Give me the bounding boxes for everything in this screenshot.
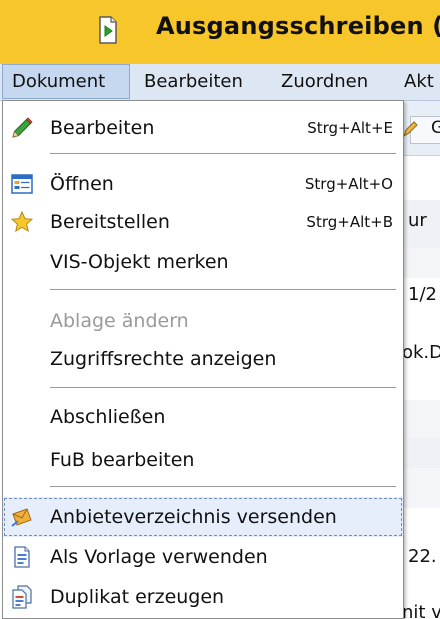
menu-item-label: Anbieteverzeichnis versenden — [50, 506, 337, 528]
background-row: 22. — [402, 540, 440, 577]
menu-item-label: Öffnen — [50, 173, 114, 195]
menu-item-label: VIS-Objekt merken — [50, 251, 229, 273]
menu-item-als-vorlage-verwenden[interactable]: Als Vorlage verwenden — [3, 537, 403, 577]
background-column-header: ur — [402, 200, 440, 249]
star-icon — [10, 210, 34, 233]
menu-item-label: Bereitstellen — [50, 211, 170, 233]
menu-item-shortcut: Strg+Alt+E — [307, 119, 393, 137]
menu-item-ablage-aendern: Ablage ändern — [3, 301, 403, 341]
template-document-icon — [14, 546, 30, 568]
menu-separator — [50, 387, 396, 388]
open-form-icon — [11, 174, 33, 194]
background-cell-text: nit v — [402, 602, 440, 619]
background-row: nit v — [402, 576, 440, 619]
menu-item-abschliessen[interactable]: Abschließen — [3, 397, 403, 437]
document-arrow-icon — [99, 16, 117, 44]
menu-item-label: FuB bearbeiten — [50, 449, 195, 471]
menu-item-label: Bearbeiten — [50, 117, 155, 139]
send-envelope-icon — [11, 508, 32, 527]
menu-item-oeffnen[interactable]: Öffnen Strg+Alt+O — [3, 164, 403, 204]
menu-separator — [50, 486, 396, 487]
menu-bearbeiten[interactable]: Bearbeiten — [144, 64, 243, 100]
menu-item-zugriffsrechte-anzeigen[interactable]: Zugriffsrechte anzeigen — [3, 339, 403, 379]
menu-item-duplikat-erzeugen[interactable]: Duplikat erzeugen — [3, 577, 403, 617]
menu-item-label: Als Vorlage verwenden — [50, 546, 268, 568]
menu-aktionen[interactable]: Akt — [404, 64, 434, 100]
background-cell-date: 1/2 — [408, 284, 437, 305]
menu-item-fub-bearbeiten[interactable]: FuB bearbeiten — [3, 440, 403, 480]
background-row — [402, 438, 440, 469]
background-cell-date2: 22. — [408, 546, 437, 567]
menu-item-bearbeiten[interactable]: Bearbeiten Strg+Alt+E — [3, 108, 403, 148]
menu-item-anbieteverzeichnis-versenden[interactable]: Anbieteverzeichnis versenden — [3, 497, 403, 537]
menu-item-shortcut: Strg+Alt+O — [304, 175, 393, 193]
duplicate-document-icon — [12, 585, 32, 609]
title-bar: Ausgangsschreiben ( — [0, 0, 440, 65]
background-cell-doc: ok.D — [402, 342, 440, 363]
background-row — [402, 400, 440, 439]
menu-item-bereitstellen[interactable]: Bereitstellen Strg+Alt+B — [3, 202, 403, 242]
menu-zuordnen[interactable]: Zuordnen — [281, 64, 368, 100]
background-toolbar-button[interactable]: G — [403, 116, 440, 144]
menu-separator — [50, 153, 396, 154]
menu-item-label: Duplikat erzeugen — [50, 586, 225, 608]
background-row — [402, 508, 440, 541]
background-row: ok.D — [402, 314, 440, 401]
menu-item-shortcut: Strg+Alt+B — [306, 213, 393, 231]
menu-dokument[interactable]: Dokument — [2, 64, 130, 99]
menu-item-label: Zugriffsrechte anzeigen — [50, 348, 277, 370]
application-window: Ausgangsschreiben ( Dokument Bearbeiten … — [0, 0, 440, 619]
menu-item-label: Ablage ändern — [50, 310, 189, 332]
background-row — [402, 248, 440, 279]
menu-bar: Dokument Bearbeiten Zuordnen Akt — [0, 64, 440, 101]
window-title: Ausgangsschreiben ( — [156, 12, 440, 40]
background-column-header-text: ur — [408, 210, 427, 231]
background-row: 1/2 — [402, 278, 440, 315]
background-row — [402, 468, 440, 509]
menu-item-label: Abschließen — [50, 406, 166, 428]
menu-item-vis-objekt-merken[interactable]: VIS-Objekt merken — [3, 242, 403, 282]
menu-separator — [50, 289, 396, 290]
pencil-icon — [12, 117, 33, 138]
background-toolbar-button-label: G — [431, 118, 440, 138]
dokument-dropdown-menu: Bearbeiten Strg+Alt+E Öffnen Strg+Alt+O … — [2, 100, 404, 619]
